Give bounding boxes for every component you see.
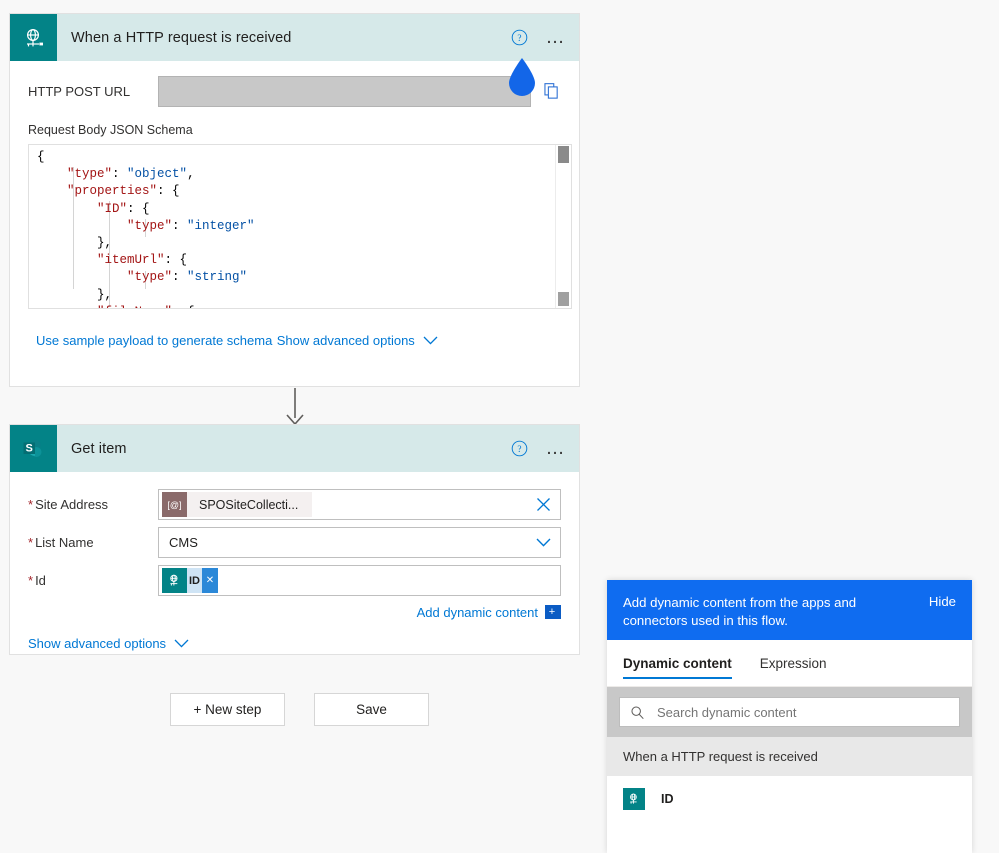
flow-designer-screen: When a HTTP request is received ? … HTTP… xyxy=(0,0,999,853)
json-schema-line: "fileName": { xyxy=(37,304,571,308)
add-dynamic-content-row: Add dynamic content + xyxy=(28,605,561,620)
id-dynamic-token[interactable]: ID ✕ xyxy=(162,568,218,593)
site-address-input[interactable]: [@] SPOSiteCollecti... xyxy=(158,489,561,520)
chevron-down-icon xyxy=(174,639,189,648)
trigger-card: When a HTTP request is received ? … HTTP… xyxy=(9,13,580,387)
action-show-advanced-label: Show advanced options xyxy=(28,636,167,651)
json-schema-code: { "type": "object", "properties": { "ID"… xyxy=(29,145,571,308)
site-address-row: * Site Address [@] SPOSiteCollecti... xyxy=(28,489,561,520)
json-schema-line: "properties": { xyxy=(67,184,180,199)
trigger-card-actions: ? … xyxy=(511,14,568,61)
json-schema-line: }, xyxy=(97,287,113,302)
chevron-down-icon xyxy=(423,336,438,345)
json-schema-line: "type": "object", xyxy=(67,167,195,182)
hide-panel-link[interactable]: Hide xyxy=(929,594,956,609)
add-dynamic-content-link[interactable]: Add dynamic content xyxy=(417,605,538,620)
json-schema-line: "itemUrl": { xyxy=(97,253,188,268)
dynamic-content-banner: Add dynamic content from the apps and co… xyxy=(607,580,972,640)
trigger-card-body: HTTP POST URL Request Body JSON Schema {… xyxy=(10,75,579,366)
dynamic-content-banner-text: Add dynamic content from the apps and co… xyxy=(623,595,857,628)
action-card-header[interactable]: S Get item ? … xyxy=(10,425,579,472)
list-name-dropdown-toggle[interactable] xyxy=(536,528,551,557)
svg-text:?: ? xyxy=(517,34,521,44)
list-name-value: CMS xyxy=(169,535,198,550)
close-x-icon[interactable]: ✕ xyxy=(202,568,218,593)
post-url-row: HTTP POST URL xyxy=(28,75,561,107)
dynamic-content-panel: Add dynamic content from the apps and co… xyxy=(607,580,972,853)
search-input[interactable] xyxy=(655,703,939,721)
json-schema-line: }, xyxy=(97,236,113,251)
copy-icon[interactable] xyxy=(543,82,561,100)
id-input[interactable]: ID ✕ xyxy=(158,565,561,596)
chevron-down-icon xyxy=(536,538,551,547)
add-dynamic-content-badge[interactable]: + xyxy=(545,605,561,619)
trigger-show-advanced-label: Show advanced options xyxy=(276,333,415,348)
svg-text:S: S xyxy=(25,442,32,454)
list-name-label: * List Name xyxy=(28,535,94,550)
site-address-token-label: SPOSiteCollecti... xyxy=(199,497,299,512)
list-item-label: ID xyxy=(661,792,674,806)
save-button[interactable]: Save xyxy=(314,693,429,726)
arrow-down-icon xyxy=(286,388,304,426)
scrollbar-thumb[interactable] xyxy=(558,146,569,163)
tab-expression[interactable]: Expression xyxy=(760,640,827,686)
json-editor-scrollbar[interactable] xyxy=(555,145,571,308)
help-circle-icon[interactable]: ? xyxy=(511,440,528,457)
ellipsis-icon[interactable]: … xyxy=(546,439,568,458)
svg-text:?: ? xyxy=(517,445,521,455)
action-card: S Get item ? … * Site Address [@] SPOSit… xyxy=(9,424,580,655)
http-globe-icon xyxy=(10,14,57,61)
action-card-body: * Site Address [@] SPOSiteCollecti... * … xyxy=(10,489,579,669)
trigger-card-title: When a HTTP request is received xyxy=(71,29,292,46)
required-indicator: * xyxy=(28,535,34,550)
search-icon xyxy=(631,705,644,719)
schema-label: Request Body JSON Schema xyxy=(28,123,193,137)
list-name-row: * List Name CMS xyxy=(28,527,561,558)
post-url-label: HTTP POST URL xyxy=(28,83,131,99)
id-label: * Id xyxy=(28,573,46,588)
action-card-title: Get item xyxy=(71,440,127,457)
list-item[interactable]: ID xyxy=(607,776,972,822)
dynamic-content-tabs: Dynamic content Expression xyxy=(607,640,972,687)
json-schema-line: { xyxy=(37,150,45,164)
post-url-value-field[interactable] xyxy=(158,75,532,107)
new-step-button[interactable]: + New step xyxy=(170,693,285,726)
search-box[interactable] xyxy=(619,697,960,727)
required-indicator: * xyxy=(28,497,34,512)
http-globe-icon xyxy=(623,788,645,810)
close-x-icon xyxy=(537,498,550,511)
scrollbar-down-button[interactable] xyxy=(558,292,569,306)
dynamic-content-group-header: When a HTTP request is received xyxy=(607,737,972,776)
trigger-show-advanced-options[interactable]: Show advanced options xyxy=(277,333,438,348)
site-address-label: * Site Address xyxy=(28,497,109,512)
sharepoint-icon: S xyxy=(10,425,57,472)
trigger-card-header[interactable]: When a HTTP request is received ? … xyxy=(10,14,579,61)
json-schema-line: "ID": { xyxy=(97,201,150,216)
json-schema-line: "type": "string" xyxy=(127,270,248,285)
id-row: * Id ID ✕ xyxy=(28,565,561,596)
list-name-dropdown[interactable]: CMS xyxy=(158,527,561,558)
site-address-clear[interactable] xyxy=(536,490,551,519)
action-show-advanced-options[interactable]: Show advanced options xyxy=(28,636,189,651)
ellipsis-icon[interactable]: … xyxy=(546,28,568,47)
json-schema-editor[interactable]: { "type": "object", "properties": { "ID"… xyxy=(28,144,572,309)
tab-dynamic-content[interactable]: Dynamic content xyxy=(623,640,732,686)
site-address-token[interactable]: [@] SPOSiteCollecti... xyxy=(162,492,313,517)
http-globe-icon xyxy=(162,568,187,593)
required-indicator: * xyxy=(28,573,34,588)
id-token-label: ID xyxy=(187,568,202,593)
at-token-icon: [@] xyxy=(162,492,187,517)
json-schema-line: "type": "integer" xyxy=(127,218,255,233)
help-circle-icon[interactable]: ? xyxy=(511,29,528,46)
use-sample-payload-link[interactable]: Use sample payload to generate schema xyxy=(36,333,272,348)
dynamic-content-search-area xyxy=(607,687,972,737)
footer-buttons: + New step Save xyxy=(170,693,429,726)
action-card-actions: ? … xyxy=(511,425,568,472)
